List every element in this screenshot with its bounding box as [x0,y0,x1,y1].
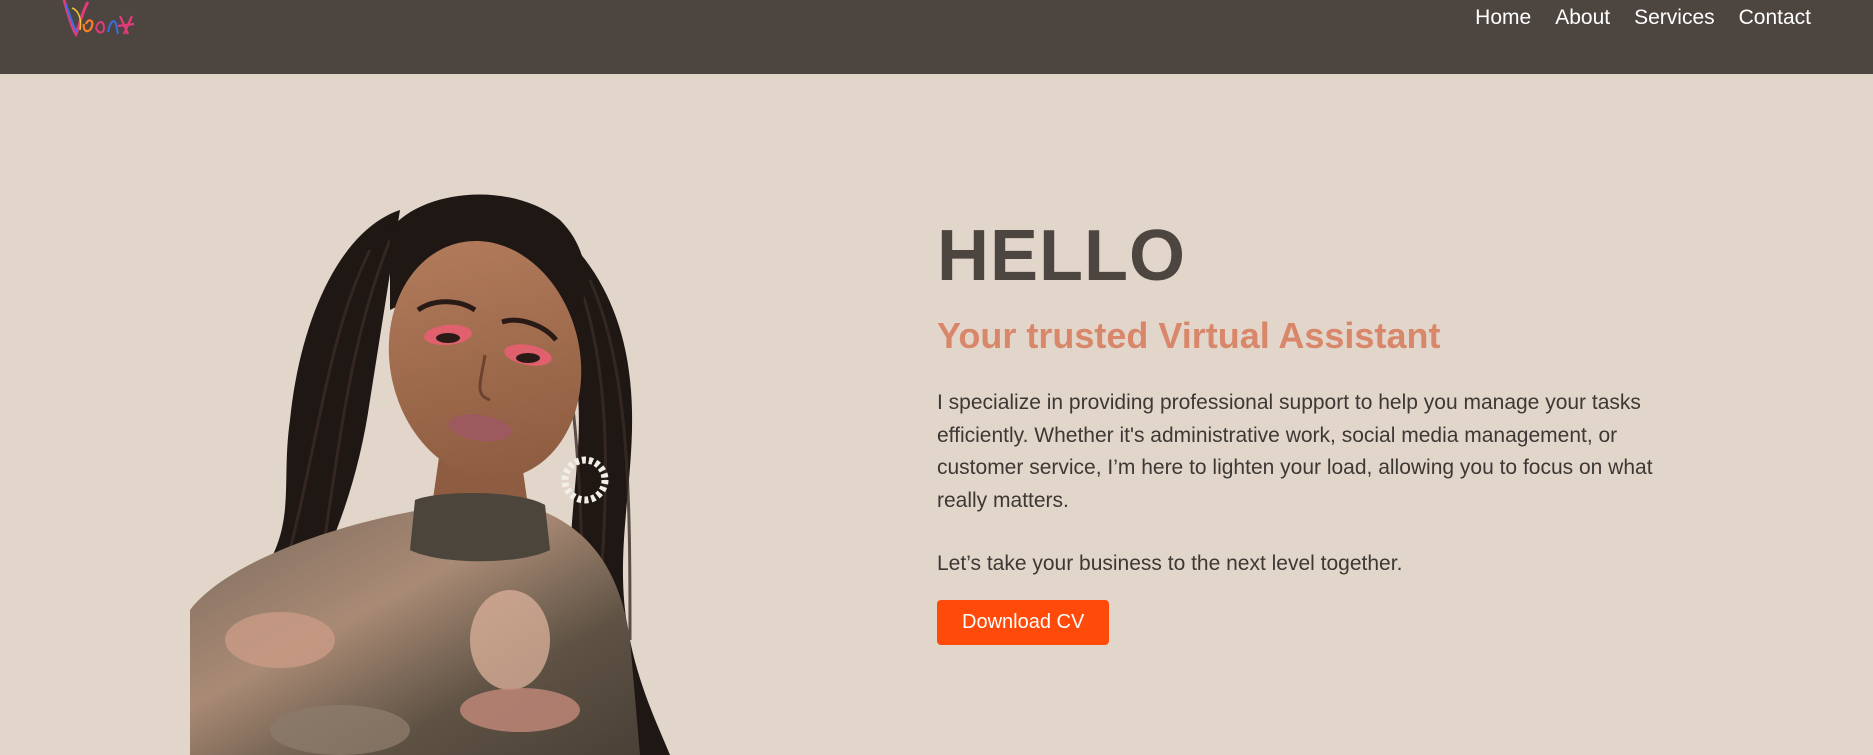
hero-subtitle: Your trusted Virtual Assistant [937,315,1441,356]
nav-contact-link[interactable]: Contact [1739,6,1811,30]
brand-logo[interactable] [58,0,138,46]
portrait-photo [190,194,670,755]
download-cv-button[interactable]: Download CV [937,600,1110,645]
hero-text-block: HELLO Your trusted Virtual Assistant I s… [937,214,1697,645]
nav-about-link[interactable]: About [1555,6,1610,30]
nav-services-link[interactable]: Services [1634,6,1715,30]
top-navbar: Home About Services Contact [0,0,1873,74]
nav-home-link[interactable]: Home [1475,6,1531,30]
hero-tagline: Let’s take your business to the next lev… [937,552,1403,575]
hero-bio: I specialize in providing professional s… [937,391,1653,512]
main-nav: Home About Services Contact [1451,6,1811,30]
hero-section: HELLO Your trusted Virtual Assistant I s… [0,74,1873,755]
hero-greeting: HELLO [937,216,1186,296]
